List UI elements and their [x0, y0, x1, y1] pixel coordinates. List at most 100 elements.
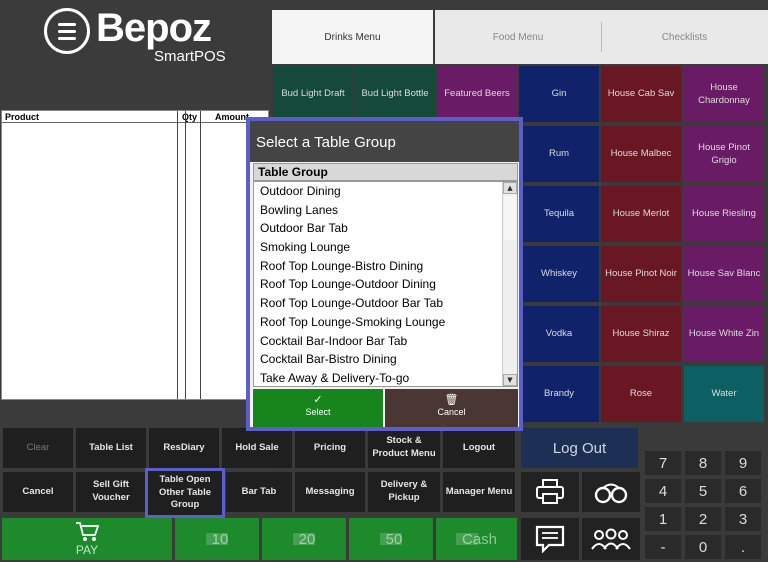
dialog-title: Select a Table Group [250, 121, 519, 162]
order-grid[interactable]: Product Qty Amount [1, 110, 269, 400]
list-item[interactable]: Bowling Lanes [254, 201, 517, 220]
list-item[interactable]: Roof Top Lounge-Bistro Dining [254, 257, 517, 276]
keypad-4[interactable]: 4 [645, 479, 681, 503]
menu-item-rum[interactable]: Rum [519, 126, 599, 182]
trash-icon: 🗑 [444, 394, 459, 406]
bar-tab-button[interactable]: Bar Tab [226, 472, 292, 512]
tab-separator [601, 22, 602, 52]
logout-function-button[interactable]: Logout [443, 428, 515, 468]
menu-item-house-pinot-noir[interactable]: House Pinot Noir [601, 246, 681, 302]
menu-item-bud-light-bottle[interactable]: Bud Light Bottle [355, 66, 435, 122]
menu-item-rose[interactable]: Rose [601, 366, 681, 422]
handcuffs-button[interactable] [582, 472, 640, 512]
cash-label: Cash [461, 530, 498, 548]
pay-50-label: 50 [385, 530, 403, 548]
print-button[interactable] [521, 472, 579, 512]
keypad-minus[interactable]: - [645, 535, 681, 559]
list-item[interactable]: Outdoor Bar Tab [254, 219, 517, 238]
resdiary-button[interactable]: ResDiary [149, 428, 219, 468]
keypad-1[interactable]: 1 [645, 507, 681, 531]
table-list-button[interactable]: Table List [76, 428, 146, 468]
tab-checklists[interactable]: Checklists [601, 10, 768, 64]
keypad-7[interactable]: 7 [645, 451, 681, 475]
keypad-6[interactable]: 6 [725, 479, 761, 503]
list-item[interactable]: Take Away & Delivery-To-go [254, 369, 517, 386]
messaging-button[interactable]: Messaging [295, 472, 365, 512]
log-out-button[interactable]: Log Out [521, 428, 638, 468]
select-label: Select [305, 407, 331, 417]
select-table-group-dialog: Select a Table Group Table Group Outdoor… [246, 117, 523, 431]
scroll-up-icon[interactable]: ▲ [503, 182, 517, 194]
tab-food-menu[interactable]: Food Menu [435, 10, 601, 64]
scroll-down-icon[interactable]: ▼ [503, 374, 517, 386]
col-amount: Amount [215, 112, 249, 122]
menu-item-house-white-zin[interactable]: House White Zin [684, 306, 764, 362]
menu-item-house-riesling[interactable]: House Riesling [684, 186, 764, 242]
bepoz-logo: Bepoz SmartPOS [44, 6, 244, 65]
menu-tabs: Drinks Menu Food Menu Checklists [270, 0, 768, 66]
pay-50-button[interactable]: 50 [349, 518, 433, 560]
pay-10-button[interactable]: 10 [175, 518, 259, 560]
keypad-3[interactable]: 3 [725, 507, 761, 531]
keypad-0[interactable]: 0 [685, 535, 721, 559]
list-item[interactable]: Cocktail Bar-Bistro Dining [254, 350, 517, 369]
scroll-thumb[interactable] [504, 196, 516, 240]
message-button[interactable] [521, 518, 579, 560]
menu-item-whiskey[interactable]: Whiskey [519, 246, 599, 302]
pay-10-label: 10 [211, 530, 229, 548]
hold-sale-button[interactable]: Hold Sale [222, 428, 292, 468]
delivery-pickup-button[interactable]: Delivery & Pickup [368, 472, 440, 512]
list-item[interactable]: Smoking Lounge [254, 238, 517, 257]
menu-item-house-merlot[interactable]: House Merlot [601, 186, 681, 242]
pricing-button[interactable]: Pricing [295, 428, 365, 468]
menu-item-house-chardonnay[interactable]: House Chardonnay [684, 66, 764, 122]
grid-divider [185, 111, 186, 399]
table-group-list[interactable]: Outdoor Dining Bowling Lanes Outdoor Bar… [253, 181, 518, 387]
menu-icon[interactable] [44, 8, 90, 54]
menu-item-house-shiraz[interactable]: House Shiraz [601, 306, 681, 362]
menu-item-bud-light-draft[interactable]: Bud Light Draft [273, 66, 353, 122]
list-item[interactable]: Outdoor Dining [254, 182, 517, 201]
customers-button[interactable] [582, 518, 640, 560]
list-item[interactable]: Roof Top Lounge-Outdoor Bar Tab [254, 294, 517, 313]
cancel-button[interactable]: 🗑 Cancel [385, 389, 518, 427]
menu-item-gin[interactable]: Gin [519, 66, 599, 122]
select-button[interactable]: ✓ Select [253, 389, 383, 427]
menu-item-vodka[interactable]: Vodka [519, 306, 599, 362]
list-item[interactable]: Roof Top Lounge-Outdoor Dining [254, 275, 517, 294]
table-open-other-table-group-button[interactable]: Table Open Other Table Group [145, 468, 225, 518]
stock-product-menu-button[interactable]: Stock & Product Menu [368, 428, 440, 468]
menu-item-tequila[interactable]: Tequila [519, 186, 599, 242]
keypad-2[interactable]: 2 [685, 507, 721, 531]
keypad-decimal[interactable]: . [725, 535, 761, 559]
cart-icon [76, 522, 99, 541]
keypad-5[interactable]: 5 [685, 479, 721, 503]
menu-item-house-pinot-grigio[interactable]: House Pinot Grigio [684, 126, 764, 182]
pay-20-button[interactable]: 20 [262, 518, 346, 560]
keypad-8[interactable]: 8 [685, 451, 721, 475]
cash-button[interactable]: Cash [436, 518, 517, 560]
brand-name: Bepoz [96, 6, 212, 50]
table-group-column-header: Table Group [253, 163, 518, 181]
list-scrollbar[interactable]: ▲ ▼ [502, 182, 517, 386]
clear-button[interactable]: Clear [3, 428, 73, 468]
manager-menu-button[interactable]: Manager Menu [443, 472, 515, 512]
menu-item-brandy[interactable]: Brandy [519, 366, 599, 422]
menu-item-water[interactable]: Water [684, 366, 764, 422]
pay-20-label: 20 [298, 530, 316, 548]
menu-item-featured-beers[interactable]: Featured Beers [437, 66, 517, 122]
sell-gift-voucher-button[interactable]: Sell Gift Voucher [76, 472, 146, 512]
list-item[interactable]: Roof Top Lounge-Smoking Lounge [254, 313, 517, 332]
menu-item-house-cab-sav[interactable]: House Cab Sav [601, 66, 681, 122]
keypad-9[interactable]: 9 [725, 451, 761, 475]
order-grid-header: Product Qty Amount [2, 111, 268, 123]
menu-item-house-malbec[interactable]: House Malbec [601, 126, 681, 182]
list-item[interactable]: Cocktail Bar-Indoor Bar Tab [254, 332, 517, 351]
cancel-sale-button[interactable]: Cancel [3, 472, 73, 512]
tab-drinks-menu[interactable]: Drinks Menu [272, 10, 433, 64]
pay-button[interactable]: PAY [2, 518, 172, 560]
cancel-label: Cancel [437, 407, 466, 417]
menu-item-house-sav-blanc[interactable]: House Sav Blanc [684, 246, 764, 302]
handcuffs-icon [594, 483, 628, 504]
group-icon [591, 528, 631, 550]
